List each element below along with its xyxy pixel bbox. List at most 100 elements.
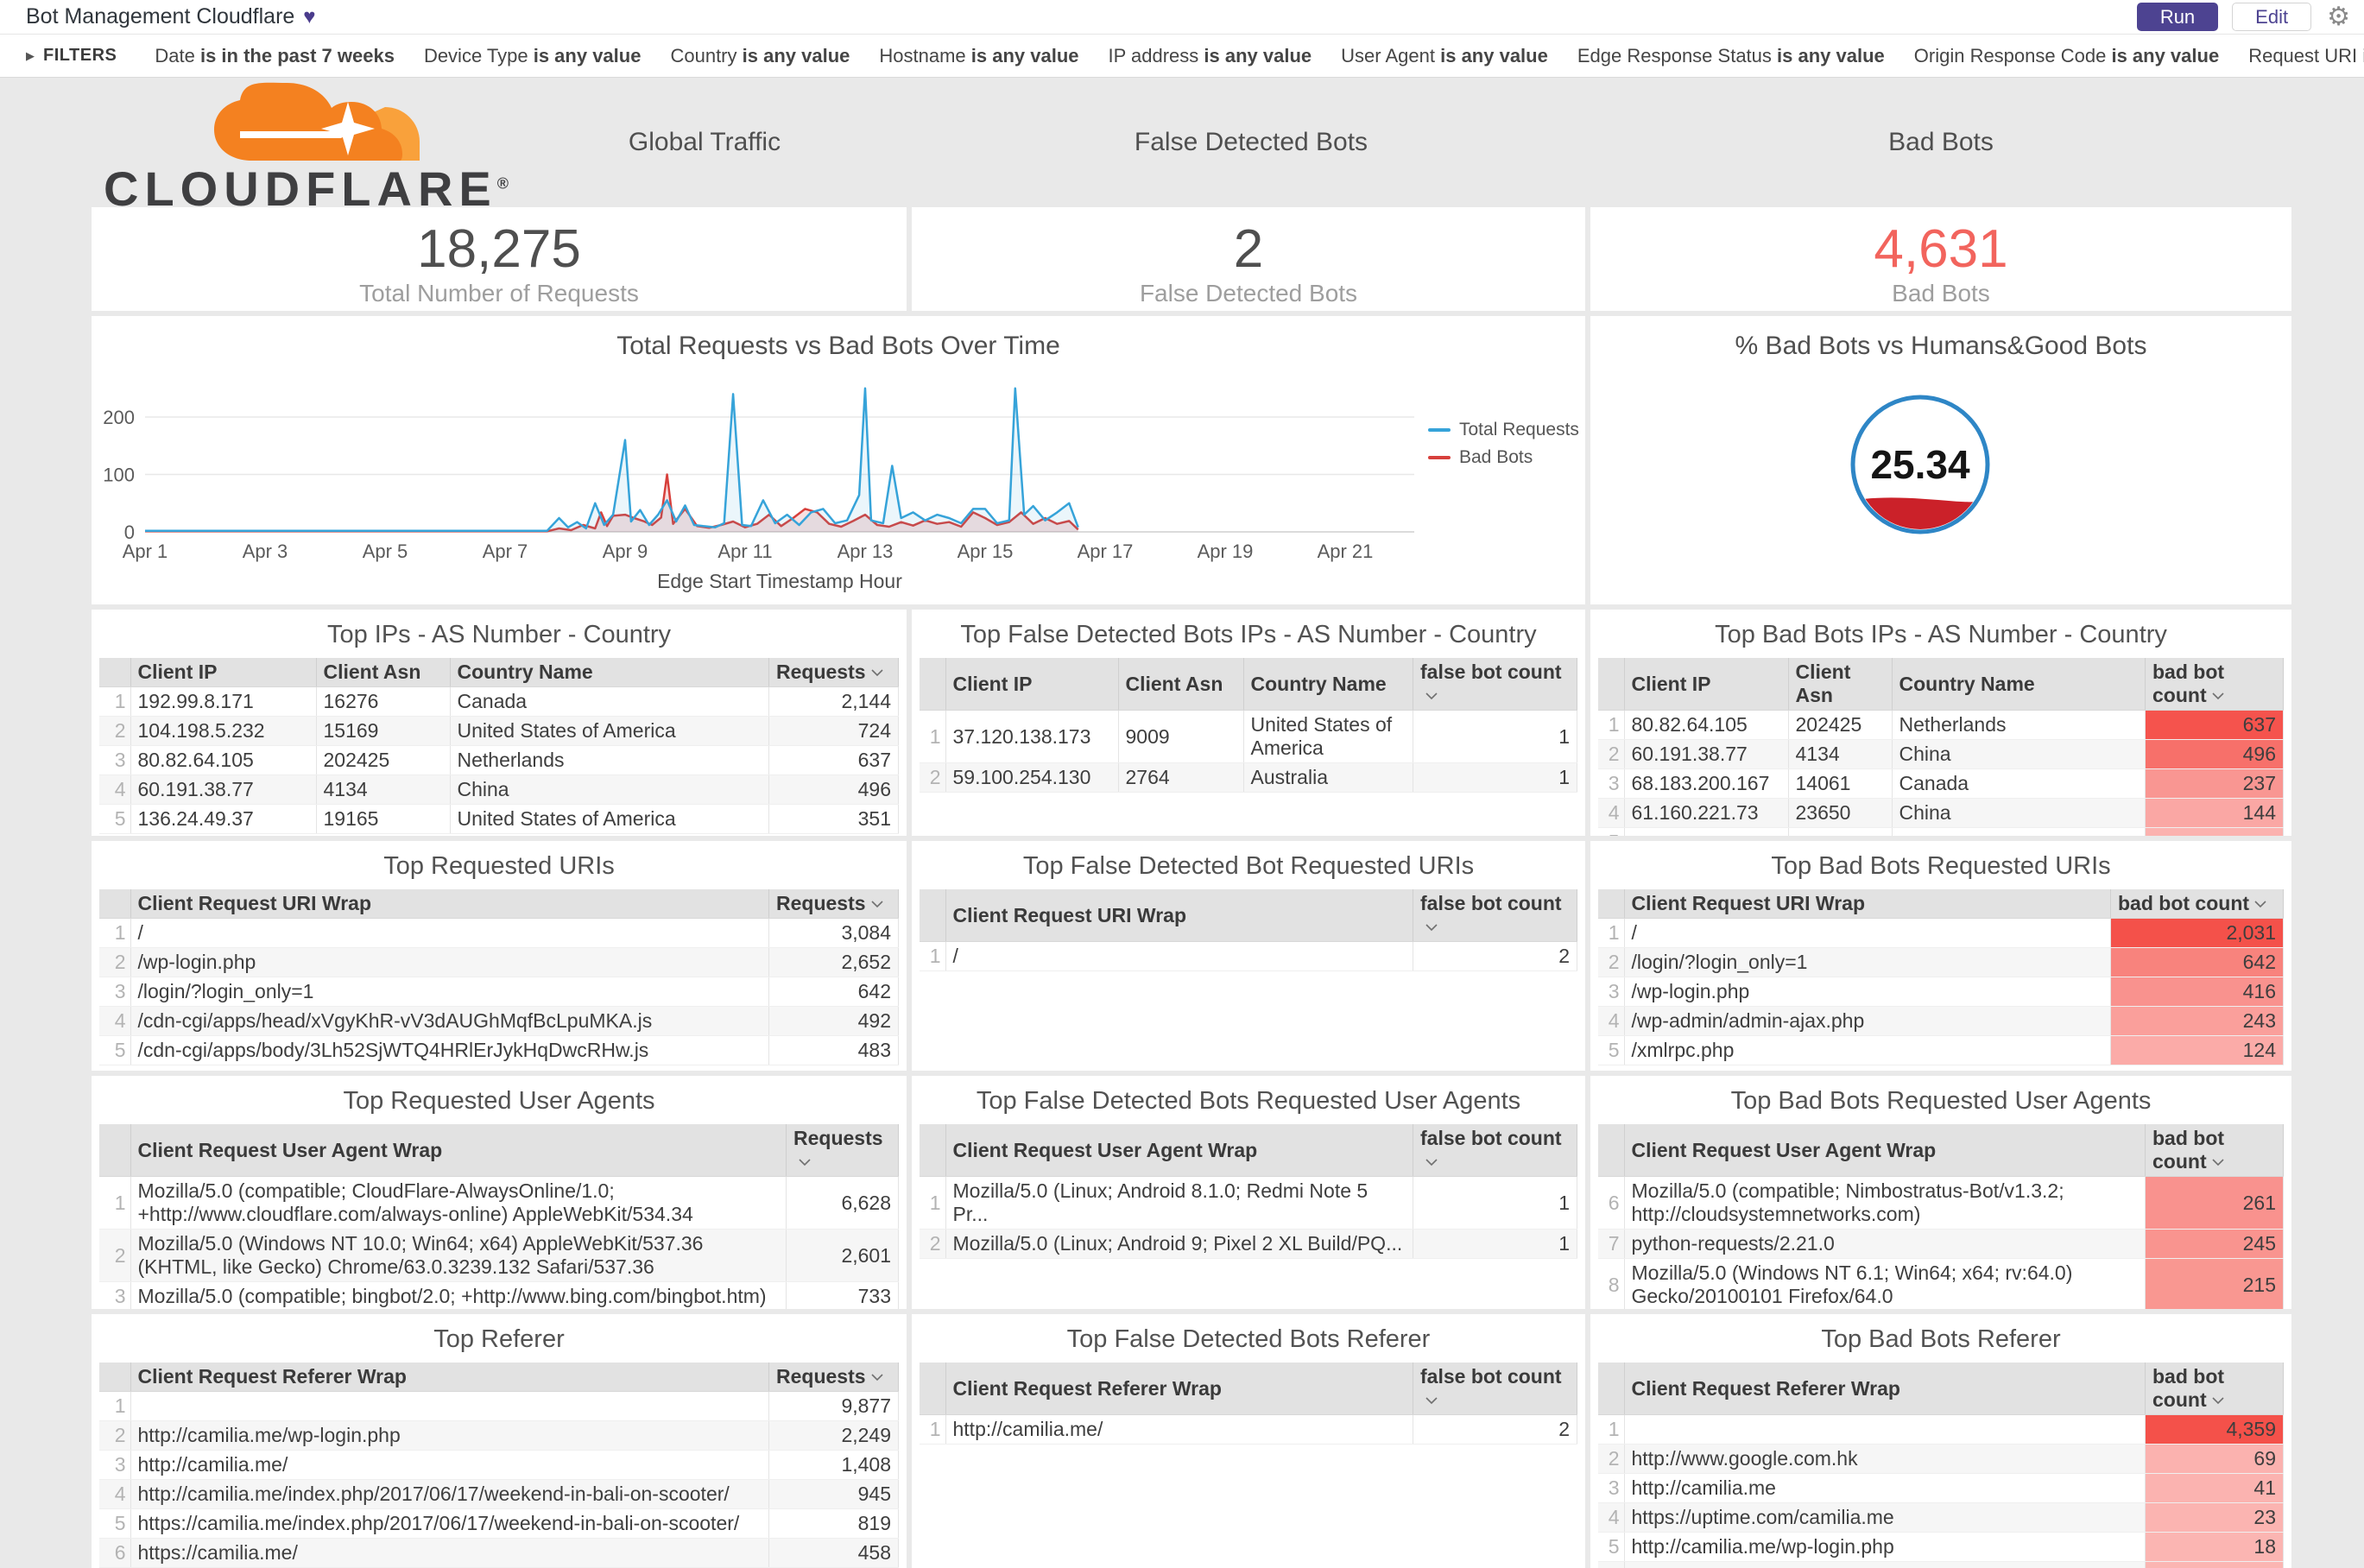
filter-item[interactable]: Hostname is any value: [879, 45, 1078, 67]
table-cell[interactable]: Mozilla/5.0 (compatible; CloudFlare-Alwa…: [130, 1176, 787, 1230]
column-header[interactable]: Country Name: [1243, 658, 1413, 711]
column-header[interactable]: Client Request User Agent Wrap: [1624, 1124, 2146, 1177]
edit-button[interactable]: Edit: [2232, 3, 2312, 31]
count-cell[interactable]: 2,249: [768, 1420, 899, 1451]
table-cell[interactable]: /login/?login_only=1: [130, 977, 769, 1007]
table-row[interactable]: 4 60.191.38.77 4134 China 496: [99, 775, 899, 805]
table-row[interactable]: 3 80.82.64.105 202425 Netherlands 637: [99, 745, 899, 775]
table-cell[interactable]: 59.100.254.130: [945, 762, 1119, 793]
table-cell[interactable]: [1892, 827, 2146, 836]
table-cell[interactable]: 15169: [316, 716, 451, 746]
count-cell[interactable]: 642: [768, 977, 899, 1007]
table-cell[interactable]: 23650: [1788, 798, 1893, 828]
table-row[interactable]: 7 python-requests/2.21.0 245: [1598, 1229, 2284, 1259]
table-cell[interactable]: http://www.google.com.hk: [1624, 1444, 2146, 1474]
table-row[interactable]: 2 http://camilia.me/wp-login.php 2,249: [99, 1420, 899, 1451]
column-header[interactable]: Client Request Referer Wrap: [945, 1363, 1413, 1415]
count-cell[interactable]: 245: [2145, 1229, 2284, 1259]
table-row[interactable]: 2 59.100.254.130 2764 Australia 1: [920, 762, 1577, 793]
table-cell[interactable]: http://camilia.me/: [130, 1450, 769, 1480]
table-cell[interactable]: 2764: [1118, 762, 1244, 793]
filter-item[interactable]: Date is in the past 7 weeks: [155, 45, 395, 67]
table-cell[interactable]: /: [130, 918, 769, 948]
count-cell[interactable]: 261: [2145, 1176, 2284, 1230]
count-cell[interactable]: 945: [768, 1479, 899, 1509]
count-column-header[interactable]: Requests: [786, 1124, 899, 1177]
count-cell[interactable]: 483: [768, 1035, 899, 1065]
table-cell[interactable]: https://camilia.me/index.php/2017/06/17/…: [130, 1508, 769, 1539]
count-cell[interactable]: 496: [768, 775, 899, 805]
table-row[interactable]: 5 https://camilia.me/index.php/2017/06/17…: [99, 1508, 899, 1539]
table-cell[interactable]: 104.198.5.232: [130, 716, 317, 746]
count-cell[interactable]: 41: [2145, 1473, 2284, 1503]
table-cell[interactable]: 192.99.8.171: [130, 686, 317, 717]
legend-item[interactable]: Total Requests: [1428, 420, 1579, 440]
column-header[interactable]: Client IP: [1624, 658, 1789, 711]
count-cell[interactable]: 69: [2145, 1444, 2284, 1474]
table-cell[interactable]: 60.191.38.77: [1624, 739, 1789, 769]
table-cell[interactable]: /cdn-cgi/apps/body/3Lh52SjWTQ4HRlErJykHq…: [130, 1035, 769, 1065]
table-cell[interactable]: 4134: [1788, 739, 1893, 769]
column-header[interactable]: Client Request User Agent Wrap: [130, 1124, 787, 1177]
count-column-header[interactable]: bad bot count: [2145, 658, 2284, 711]
table-cell[interactable]: https://camilia.me/: [130, 1538, 769, 1568]
count-cell[interactable]: 2: [1413, 1414, 1577, 1445]
table-cell[interactable]: 60.191.38.77: [130, 775, 317, 805]
table-cell[interactable]: China: [1892, 739, 2146, 769]
table-row[interactable]: 3 http://camilia.me/1,408: [99, 1450, 899, 1480]
table-cell[interactable]: 9009: [1118, 710, 1244, 763]
table-row[interactable]: 1 Mozilla/5.0 (Linux; Android 8.1.0; Redm…: [920, 1176, 1577, 1230]
table-cell[interactable]: 14061: [1788, 768, 1893, 799]
filter-item[interactable]: Request URI is any value: [2248, 45, 2364, 67]
count-cell[interactable]: 733: [786, 1281, 899, 1309]
table-row[interactable]: 3 Mozilla/5.0 (compatible; bingbot/2.0; +…: [99, 1281, 899, 1309]
column-header[interactable]: Client Request Referer Wrap: [130, 1363, 769, 1392]
count-column-header[interactable]: bad bot count: [2145, 1124, 2284, 1177]
table-cell[interactable]: United States of America: [1243, 710, 1413, 763]
column-header[interactable]: Client Asn: [1118, 658, 1244, 711]
table-row[interactable]: 1 80.82.64.105 202425 Netherlands 637: [1598, 710, 2284, 740]
count-cell[interactable]: 23: [2145, 1502, 2284, 1533]
table-cell[interactable]: 19165: [316, 804, 451, 834]
table-row[interactable]: 1 4,359: [1598, 1414, 2284, 1445]
count-cell[interactable]: 6,628: [786, 1176, 899, 1230]
table-row[interactable]: 4 61.160.221.73 23650 China 144: [1598, 798, 2284, 828]
count-cell[interactable]: 1: [1413, 710, 1577, 763]
table-cell[interactable]: Canada: [450, 686, 769, 717]
count-cell[interactable]: 2,144: [768, 686, 899, 717]
count-cell[interactable]: 416: [2110, 977, 2284, 1007]
table-cell[interactable]: Mozilla/5.0 (Windows NT 10.0; Win64; x64…: [130, 1229, 787, 1282]
table-cell[interactable]: China: [450, 775, 769, 805]
table-cell[interactable]: Canada: [1892, 768, 2146, 799]
table-row[interactable]: 2/wp-login.php 2,652: [99, 947, 899, 977]
table-row[interactable]: 1/3,084: [99, 918, 899, 948]
count-cell[interactable]: 637: [768, 745, 899, 775]
table-cell[interactable]: 202425: [316, 745, 451, 775]
column-header[interactable]: Client IP: [945, 658, 1119, 711]
filter-item[interactable]: Edge Response Status is any value: [1577, 45, 1885, 67]
table-cell[interactable]: http://camilia.me/index.php/2017/06/17/w…: [130, 1479, 769, 1509]
count-column-header[interactable]: false bot count: [1413, 889, 1577, 942]
count-cell[interactable]: 237: [2145, 768, 2284, 799]
table-cell[interactable]: 68.183.200.167: [1624, 768, 1789, 799]
table-row[interactable]: 1 192.99.8.171 16276 Canada 2,144: [99, 686, 899, 717]
table-row[interactable]: 4 http://camilia.me/index.php/2017/06/17/…: [99, 1479, 899, 1509]
count-cell[interactable]: 243: [2110, 1006, 2284, 1036]
count-cell[interactable]: 1: [1413, 762, 1577, 793]
table-row[interactable]: 5/xmlrpc.php 124: [1598, 1035, 2284, 1065]
table-row[interactable]: 5 136.24.49.37 19165 United States of Ameri…: [99, 804, 899, 834]
table-cell[interactable]: 4134: [316, 775, 451, 805]
table-row[interactable]: 1 Mozilla/5.0 (compatible; CloudFlare-Alw…: [99, 1176, 899, 1230]
table-cell[interactable]: python-requests/2.21.0: [1624, 1229, 2146, 1259]
table-row[interactable]: 8 Mozilla/5.0 (Windows NT 6.1; Win64; x64…: [1598, 1258, 2284, 1309]
table-cell[interactable]: Mozilla/5.0 (Linux; Android 9; Pixel 2 X…: [945, 1229, 1413, 1259]
table-row[interactable]: 2 60.191.38.77 4134 China 496: [1598, 739, 2284, 769]
count-cell[interactable]: 351: [768, 804, 899, 834]
table-cell[interactable]: China: [1892, 798, 2146, 828]
table-row[interactable]: 3 http://camilia.me 41: [1598, 1473, 2284, 1503]
filter-item[interactable]: User Agent is any value: [1341, 45, 1548, 67]
column-header[interactable]: Client Asn: [1788, 658, 1893, 711]
table-row[interactable]: 1 http://camilia.me/2: [920, 1414, 1577, 1445]
legend-item[interactable]: Bad Bots: [1428, 447, 1579, 468]
table-cell[interactable]: /wp-login.php: [1624, 977, 2111, 1007]
